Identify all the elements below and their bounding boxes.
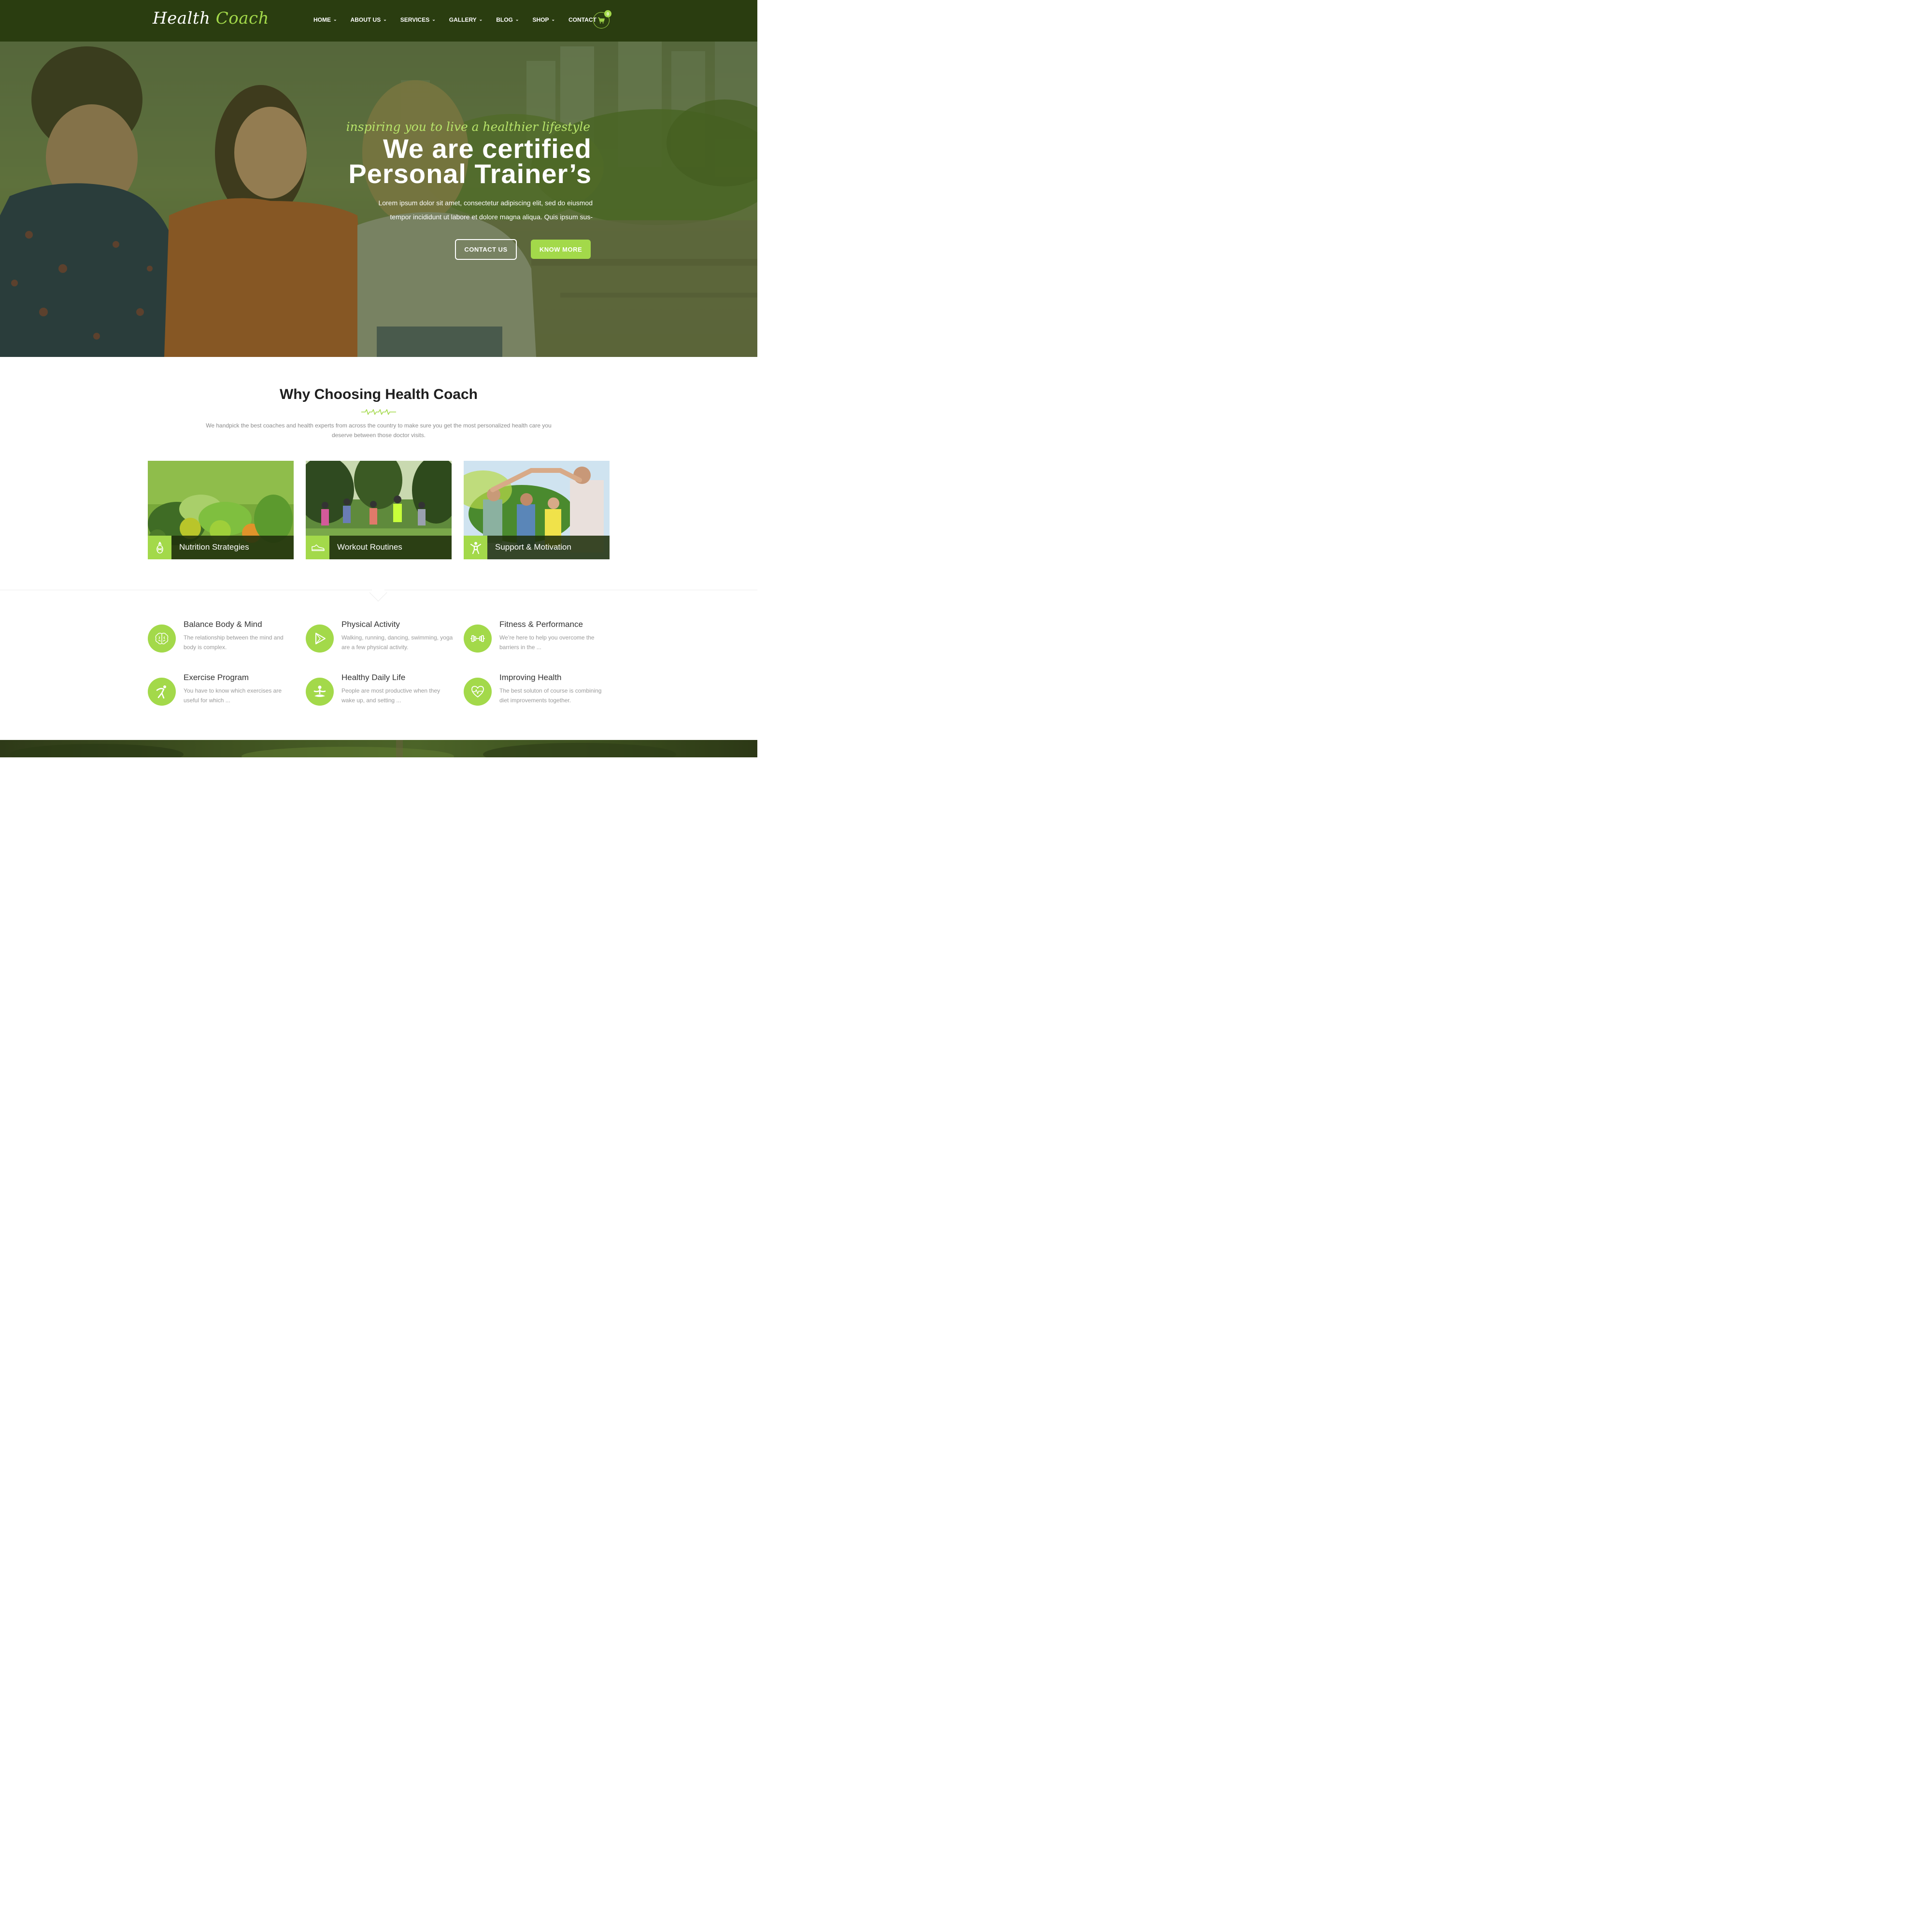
feature-description: We’re here to help you overcome the barr… bbox=[499, 634, 595, 651]
brain-icon bbox=[148, 625, 176, 653]
feature-balance-body-mind[interactable]: Balance Body & Mind The relationship bet… bbox=[148, 620, 293, 663]
logo-accent: Coach bbox=[215, 9, 269, 28]
cart-count-badge: 0 bbox=[604, 10, 611, 17]
feature-title: Improving Health bbox=[499, 673, 562, 682]
divider-notch bbox=[369, 583, 387, 602]
site-logo[interactable]: Health Coach bbox=[153, 9, 269, 28]
section-description: We handpick the best coaches and health … bbox=[185, 421, 572, 440]
chevron-down-icon: ⌄ bbox=[515, 16, 519, 22]
cart-button[interactable]: 0 bbox=[593, 10, 611, 28]
hero-description: Lorem ipsum dolor sit amet, consectetur … bbox=[322, 196, 593, 224]
chevron-down-icon: ⌄ bbox=[479, 16, 483, 22]
forest-image bbox=[10, 740, 676, 757]
contact-us-button[interactable]: CONTACT US bbox=[455, 239, 517, 260]
know-more-button[interactable]: KNOW MORE bbox=[531, 240, 591, 259]
feature-description: People are most productive when they wak… bbox=[341, 687, 440, 704]
section-description-line-2: deserve between those doctor visits. bbox=[331, 432, 426, 439]
nav-blog[interactable]: BLOG ⌄ bbox=[496, 16, 519, 23]
person-raised-arms-icon bbox=[464, 536, 487, 559]
card-workout-routines[interactable]: Workout Routines bbox=[306, 461, 452, 559]
dumbbell-icon bbox=[464, 625, 492, 653]
feature-title: Exercise Program bbox=[184, 673, 249, 682]
card-label: Workout Routines bbox=[337, 542, 402, 552]
play-triangle-icon bbox=[306, 625, 334, 653]
next-section-background-image bbox=[0, 740, 757, 757]
nav-about-us-label: ABOUT US bbox=[350, 16, 381, 23]
card-nutrition-strategies[interactable]: Nutrition Strategies bbox=[148, 461, 294, 559]
hero-description-line-1: Lorem ipsum dolor sit amet, consectetur … bbox=[378, 199, 593, 207]
chevron-down-icon: ⌄ bbox=[432, 16, 436, 22]
nav-services[interactable]: SERVICES ⌄ bbox=[400, 16, 436, 23]
hero-tagline: inspiring you to live a healthier lifest… bbox=[346, 120, 590, 134]
nav-shop[interactable]: SHOP ⌄ bbox=[532, 16, 555, 23]
stretching-figure-icon bbox=[148, 678, 176, 706]
hero-title-line-1: We are certified bbox=[383, 133, 592, 164]
nav-home[interactable]: HOME ⌄ bbox=[313, 16, 337, 23]
nav-about-us[interactable]: ABOUT US ⌄ bbox=[351, 16, 387, 23]
feature-description: The relationship between the mind and bo… bbox=[184, 634, 284, 651]
section-title: Why Choosing Health Coach bbox=[279, 386, 478, 402]
nav-contact-label: CONTACT bbox=[568, 16, 597, 23]
hero-description-line-2: tempor incididunt ut labore et dolore ma… bbox=[390, 213, 593, 221]
section-description-line-1: We handpick the best coaches and health … bbox=[206, 422, 552, 429]
hero-title: We are certified Personal Trainer’s bbox=[348, 133, 592, 189]
feature-title: Healthy Daily Life bbox=[341, 673, 406, 682]
feature-physical-activity[interactable]: Physical Activity Walking, running, danc… bbox=[306, 620, 453, 663]
feature-improving-health[interactable]: Improving Health The best soluton of cou… bbox=[464, 673, 609, 716]
heart-pulse-icon bbox=[464, 678, 492, 706]
logo-primary: Health bbox=[153, 9, 211, 28]
card-support-motivation[interactable]: Support & Motivation bbox=[464, 461, 610, 559]
card-caption-bar: Nutrition Strategies bbox=[148, 536, 294, 559]
chevron-down-icon: ⌄ bbox=[551, 16, 555, 22]
nav-shop-label: SHOP bbox=[532, 16, 549, 23]
nav-contact[interactable]: CONTACT bbox=[568, 16, 597, 23]
pineapple-icon bbox=[148, 536, 171, 559]
nav-gallery[interactable]: GALLERY ⌄ bbox=[449, 16, 483, 23]
feature-healthy-daily-life[interactable]: Healthy Daily Life People are most produ… bbox=[306, 673, 451, 716]
shopping-cart-icon bbox=[598, 17, 605, 23]
heartbeat-pulse-icon bbox=[361, 409, 396, 415]
nav-gallery-label: GALLERY bbox=[449, 16, 477, 23]
card-caption-bar: Workout Routines bbox=[306, 536, 452, 559]
feature-title: Physical Activity bbox=[341, 620, 400, 629]
card-caption-bar: Support & Motivation bbox=[464, 536, 610, 559]
hero-section: inspiring you to live a healthier lifest… bbox=[0, 42, 757, 357]
feature-title: Balance Body & Mind bbox=[184, 620, 262, 629]
card-label: Nutrition Strategies bbox=[179, 542, 249, 552]
chevron-down-icon: ⌄ bbox=[383, 16, 387, 22]
nav-home-label: HOME bbox=[313, 16, 331, 23]
feature-title: Fitness & Performance bbox=[499, 620, 583, 629]
main-nav: HOME ⌄ ABOUT US ⌄ SERVICES ⌄ GALLERY ⌄ B… bbox=[313, 16, 610, 23]
site-header: Health Coach HOME ⌄ ABOUT US ⌄ SERVICES … bbox=[0, 0, 757, 42]
feature-description: The best soluton of course is combining … bbox=[499, 687, 602, 704]
feature-description: Walking, running, dancing, swimming, yog… bbox=[341, 634, 453, 651]
sneaker-icon bbox=[306, 536, 329, 559]
chevron-down-icon: ⌄ bbox=[333, 16, 337, 22]
feature-exercise-program[interactable]: Exercise Program You have to know which … bbox=[148, 673, 293, 716]
hero-title-line-2: Personal Trainer’s bbox=[348, 158, 592, 189]
nav-services-label: SERVICES bbox=[400, 16, 430, 23]
meditation-figure-icon bbox=[306, 678, 334, 706]
nav-blog-label: BLOG bbox=[496, 16, 513, 23]
feature-description: You have to know which exercises are use… bbox=[184, 687, 282, 704]
card-label: Support & Motivation bbox=[495, 542, 571, 552]
feature-fitness-performance[interactable]: Fitness & Performance We’re here to help… bbox=[464, 620, 609, 663]
